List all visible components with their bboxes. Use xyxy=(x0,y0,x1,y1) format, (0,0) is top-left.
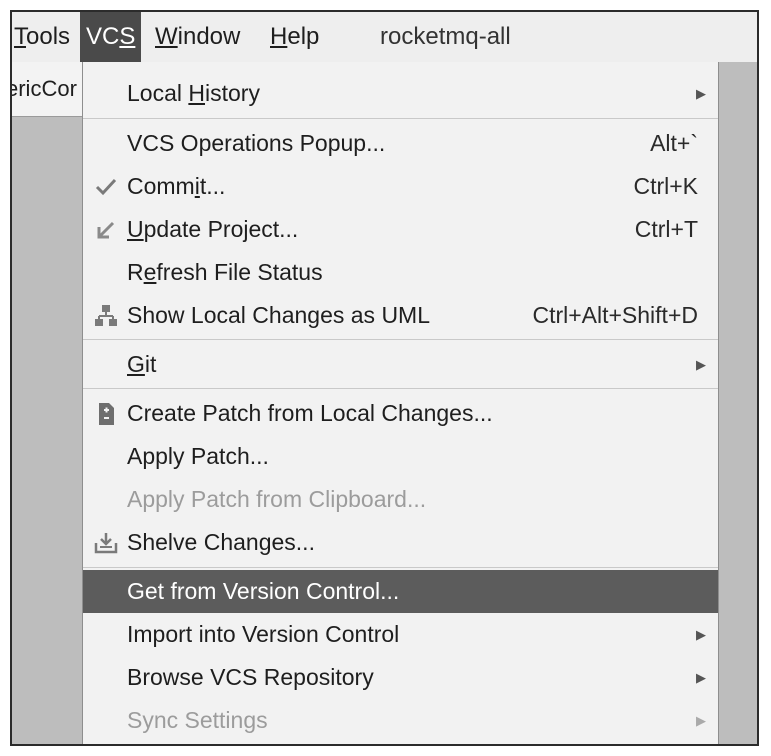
editor-tab-label: ericCor xyxy=(12,76,77,101)
menu-separator xyxy=(83,567,718,568)
menu-item-create-patch[interactable]: Create Patch from Local Changes... xyxy=(83,392,718,435)
menu-bar: Tools VCS Window Help rocketmq-all xyxy=(12,12,757,62)
menu-item-shelve-changes[interactable]: Shelve Changes... xyxy=(83,521,718,564)
menu-item-apply-patch-clipboard: Apply Patch from Clipboard... xyxy=(127,486,427,512)
menu-item-browse-vcs-repository[interactable]: Browse VCS Repository ▶ xyxy=(83,656,718,699)
menu-tools[interactable]: Tools xyxy=(12,12,76,62)
submenu-arrow-icon: ▶ xyxy=(696,713,706,728)
patch-icon xyxy=(93,392,119,435)
check-icon xyxy=(93,165,119,208)
menu-item-sync-settings: Sync Settings ▶ xyxy=(83,699,718,742)
menu-separator xyxy=(83,339,718,340)
menu-separator xyxy=(83,388,718,389)
menu-item-update-project[interactable]: Update Project... Ctrl+T xyxy=(83,208,718,251)
menu-item-refresh-file-status[interactable]: Refresh File Status xyxy=(83,251,718,294)
menu-item-git[interactable]: Git ▶ xyxy=(83,343,718,386)
shelve-icon xyxy=(93,521,119,564)
vcs-dropdown-menu: Local History ▶ VCS Operations Popup... … xyxy=(82,62,719,744)
uml-diagram-icon xyxy=(93,294,119,337)
menu-item-local-history[interactable]: Local History ▶ xyxy=(83,72,718,115)
menu-item-vcs-operations-popup[interactable]: VCS Operations Popup... Alt+` xyxy=(83,122,718,165)
menu-help[interactable]: Help xyxy=(264,12,325,62)
submenu-arrow-icon: ▶ xyxy=(696,86,706,101)
menu-window[interactable]: Window xyxy=(149,12,246,62)
menu-vcs[interactable]: VCS xyxy=(80,12,142,62)
menu-item-apply-patch[interactable]: Apply Patch... xyxy=(83,435,718,478)
ide-window: Tools VCS Window Help rocketmq-all ericC… xyxy=(10,10,759,746)
menu-item-commit[interactable]: Commit... Ctrl+K xyxy=(83,165,718,208)
submenu-arrow-icon: ▶ xyxy=(696,670,706,685)
editor-tab[interactable]: ericCor xyxy=(12,62,92,117)
submenu-arrow-icon: ▶ xyxy=(696,357,706,372)
update-arrow-icon xyxy=(93,208,119,251)
menu-item-show-local-changes-uml[interactable]: Show Local Changes as UML Ctrl+Alt+Shift… xyxy=(83,294,718,337)
project-name: rocketmq-all xyxy=(380,23,511,50)
menu-item-import-into-version-control[interactable]: Import into Version Control ▶ xyxy=(83,613,718,656)
submenu-arrow-icon: ▶ xyxy=(696,627,706,642)
menu-item-get-from-version-control[interactable]: Get from Version Control... xyxy=(83,570,718,613)
menu-separator xyxy=(83,118,718,119)
